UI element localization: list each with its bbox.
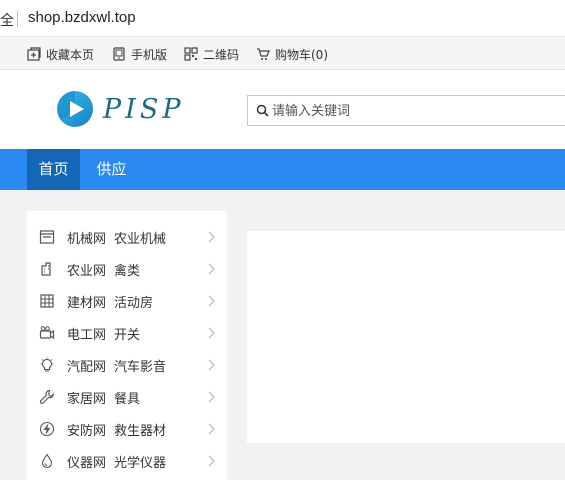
camera-icon bbox=[39, 326, 55, 340]
category-main-label: 农业网 bbox=[67, 264, 107, 279]
wrench-icon bbox=[39, 389, 54, 404]
search-icon bbox=[256, 104, 269, 117]
category-sub-label[interactable]: 餐具 bbox=[114, 388, 140, 407]
building-icon bbox=[40, 294, 54, 308]
site-logo[interactable]: PISP bbox=[55, 89, 185, 129]
cart-label: 购物车(0) bbox=[275, 47, 328, 62]
security-label[interactable]: 全 bbox=[0, 10, 14, 30]
mobile-label: 手机版 bbox=[131, 47, 168, 62]
category-sub-label[interactable]: 救生器材 bbox=[114, 420, 166, 439]
chevron-right-icon bbox=[208, 455, 215, 467]
lightning-icon bbox=[39, 421, 55, 437]
category-sub-label[interactable]: 汽车影音 bbox=[114, 356, 166, 375]
mobile-icon bbox=[113, 47, 125, 61]
category-item-electrical[interactable]: 电工网 开关 bbox=[27, 317, 227, 349]
browser-address-bar: 全 shop.bzdxwl.top bbox=[0, 0, 565, 37]
site-header: PISP bbox=[0, 70, 565, 149]
chevron-right-icon bbox=[208, 327, 215, 339]
category-main-label: 安防网 bbox=[67, 424, 107, 439]
play-logo-icon bbox=[57, 91, 93, 127]
category-item-building[interactable]: 建材网 活动房 bbox=[27, 285, 227, 317]
category-main-label: 电工网 bbox=[67, 328, 107, 343]
chevron-right-icon bbox=[208, 423, 215, 435]
category-main-label: 仪器网 bbox=[67, 456, 107, 471]
category-item-instruments[interactable]: 仪器网 光学仪器 bbox=[27, 445, 227, 477]
chevron-right-icon bbox=[208, 295, 215, 307]
mobile-link[interactable]: 手机版 bbox=[112, 45, 167, 63]
chevron-right-icon bbox=[208, 231, 215, 243]
cart-link[interactable]: 购物车(0) bbox=[256, 45, 328, 63]
bookmark-label: 收藏本页 bbox=[46, 47, 95, 62]
logo-text: PISP bbox=[103, 93, 185, 125]
category-sub-label[interactable]: 禽类 bbox=[114, 260, 140, 279]
drop-icon bbox=[41, 453, 53, 469]
category-sub-label[interactable]: 活动房 bbox=[114, 292, 153, 311]
qrcode-label: 二维码 bbox=[203, 47, 240, 62]
category-sub-label[interactable]: 光学仪器 bbox=[114, 452, 166, 471]
category-main-label: 汽配网 bbox=[67, 360, 107, 375]
search-input[interactable] bbox=[272, 97, 562, 124]
chevron-right-icon bbox=[208, 263, 215, 275]
category-main-label: 家居网 bbox=[67, 392, 107, 407]
cart-icon bbox=[257, 48, 270, 60]
category-sub-label[interactable]: 农业机械 bbox=[114, 228, 166, 247]
bulb-icon bbox=[40, 357, 54, 372]
category-main-label: 建材网 bbox=[67, 296, 107, 311]
bookmark-link[interactable]: 收藏本页 bbox=[27, 45, 94, 63]
top-utility-bar: 收藏本页 手机版 二维码 购物车(0) bbox=[0, 37, 565, 70]
category-item-autoparts[interactable]: 汽配网 汽车影音 bbox=[27, 349, 227, 381]
category-item-agriculture[interactable]: 农业网 禽类 bbox=[27, 253, 227, 285]
category-sub-label[interactable]: 开关 bbox=[114, 324, 140, 343]
farm-icon bbox=[41, 262, 51, 276]
category-item-home[interactable]: 家居网 餐具 bbox=[27, 381, 227, 413]
category-item-machinery[interactable]: 机械网 农业机械 bbox=[27, 221, 227, 253]
chevron-right-icon bbox=[208, 359, 215, 371]
category-main-label: 机械网 bbox=[67, 232, 107, 247]
nav-item-supply[interactable]: 供应 bbox=[84, 149, 139, 190]
search-box[interactable] bbox=[247, 95, 565, 126]
banner-area[interactable] bbox=[247, 231, 565, 443]
category-item-security[interactable]: 安防网 救生器材 bbox=[27, 413, 227, 445]
category-sidebar: 机械网 农业机械 农业网 禽类 建材网 活动房 电工网 开关 汽配网 汽车影音 … bbox=[27, 211, 227, 480]
qrcode-link[interactable]: 二维码 bbox=[184, 45, 239, 63]
nav-item-home[interactable]: 首页 bbox=[27, 149, 80, 190]
url-divider bbox=[17, 11, 18, 27]
chevron-right-icon bbox=[208, 391, 215, 403]
bookmark-icon bbox=[27, 47, 41, 61]
main-nav: 首页 供应 bbox=[0, 149, 565, 190]
url-field[interactable]: shop.bzdxwl.top bbox=[28, 9, 136, 26]
machine-icon bbox=[39, 230, 55, 244]
qrcode-icon bbox=[184, 47, 198, 61]
